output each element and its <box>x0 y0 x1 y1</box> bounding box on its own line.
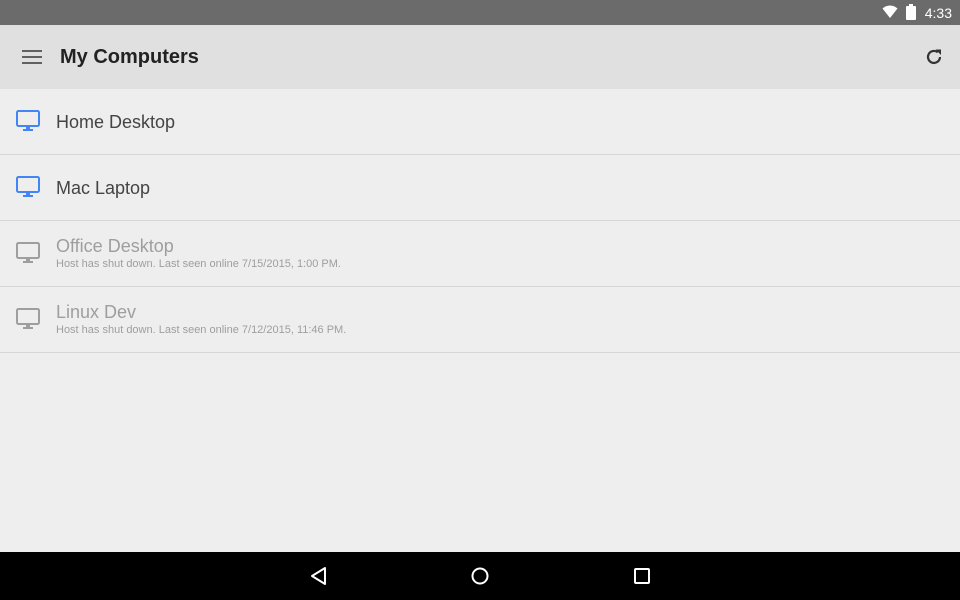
host-item-office-desktop[interactable]: Office Desktop Host has shut down. Last … <box>0 221 960 287</box>
refresh-icon <box>926 49 942 64</box>
host-name: Home Desktop <box>56 112 176 132</box>
hamburger-menu-icon <box>22 50 42 64</box>
wifi-icon <box>882 5 898 18</box>
home-icon[interactable] <box>468 564 492 588</box>
monitor-icon <box>16 242 40 263</box>
page-title: My Computers <box>60 46 199 68</box>
host-list: Home Desktop Mac Laptop Office Desktop H… <box>0 89 960 353</box>
host-name: Mac Laptop <box>56 178 151 198</box>
menu-button[interactable] <box>14 39 50 75</box>
monitor-icon <box>16 176 40 197</box>
host-item-home-desktop[interactable]: Home Desktop <box>0 89 960 155</box>
host-item-linux-dev[interactable]: Linux Dev Host has shut down. Last seen … <box>0 287 960 353</box>
back-icon[interactable] <box>307 564 331 588</box>
app-bar: My Computers <box>0 25 960 89</box>
host-status: Host has shut down. Last seen online 7/1… <box>56 324 347 336</box>
host-name: Linux Dev <box>56 302 137 322</box>
status-bar: 4:33 <box>0 0 960 25</box>
host-name: Office Desktop <box>56 236 174 256</box>
status-time: 4:33 <box>924 5 952 21</box>
monitor-icon <box>16 308 40 329</box>
navigation-bar <box>0 552 960 600</box>
refresh-button[interactable] <box>918 41 950 73</box>
host-status: Host has shut down. Last seen online 7/1… <box>56 258 341 270</box>
host-item-mac-laptop[interactable]: Mac Laptop <box>0 155 960 221</box>
recents-icon[interactable] <box>630 564 654 588</box>
battery-icon <box>906 4 916 20</box>
monitor-icon <box>16 110 40 131</box>
